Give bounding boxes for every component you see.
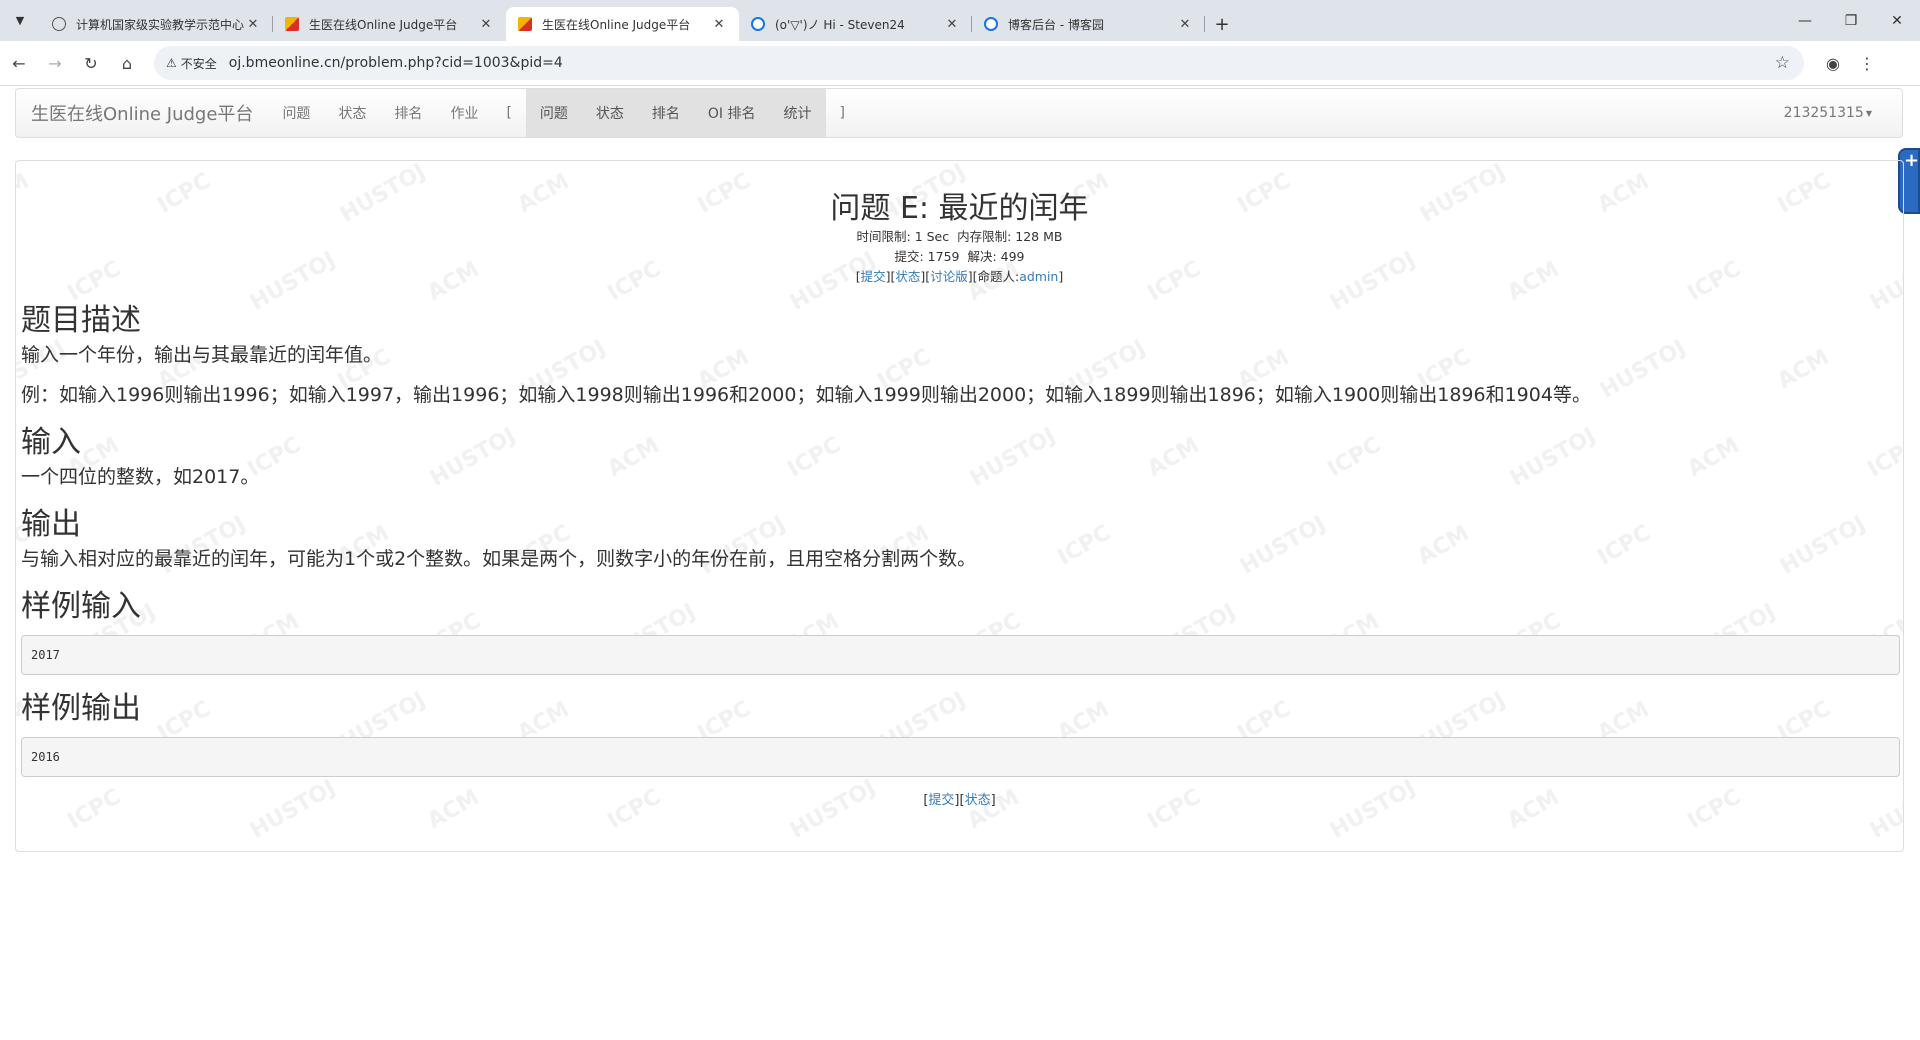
footer-status-link[interactable]: 状态 (965, 793, 991, 808)
contest-nav-problems[interactable]: 问题 (525, 89, 582, 137)
username: 213251315 (1783, 105, 1864, 121)
reload-button[interactable]: ↻ (74, 46, 108, 80)
nav-open-bracket: [ (506, 105, 512, 121)
submit-count: 提交: 1759 (894, 249, 960, 264)
omnibox[interactable]: ⚠ 不安全 oj.bmeonline.cn/problem.php?cid=10… (154, 46, 1804, 80)
close-icon[interactable]: ✕ (944, 17, 960, 32)
tab-title: 生医在线Online Judge平台 (542, 17, 691, 32)
contest-nav-statistics[interactable]: 统计 (769, 89, 826, 137)
address-toolbar: ← → ↻ ⌂ ⚠ 不安全 oj.bmeonline.cn/problem.ph… (0, 41, 1920, 86)
contest-nav-oi-ranking[interactable]: OI 排名 (693, 89, 770, 137)
tab-title: 计算机国家级实验教学示范中心 (76, 17, 245, 32)
tab-strip: ▼ 计算机国家级实验教学示范中心 ✕ 生医在线Online Judge平台 ✕ … (0, 0, 1920, 41)
problem-content: 问题 E: 最近的闰年 时间限制: 1 Sec 内存限制: 128 MB 提交:… (16, 183, 1903, 808)
solved-count: 解决: 499 (967, 249, 1025, 264)
cnblogs-icon (984, 17, 998, 31)
input-text: 一个四位的整数，如2017。 (21, 466, 260, 488)
forward-button[interactable]: → (38, 46, 72, 80)
browser-tab[interactable]: (o'▽')ノ Hi - Steven24 ✕ (739, 7, 972, 41)
tab-title: (o'▽')ノ Hi - Steven24 (775, 17, 905, 32)
close-icon[interactable]: ✕ (245, 17, 261, 32)
arrow-left-icon: ← (12, 53, 26, 73)
close-icon[interactable]: ✕ (1177, 17, 1193, 32)
browser-tab[interactable]: 生医在线Online Judge平台 ✕ (273, 7, 506, 41)
nav-homework[interactable]: 作业 (436, 89, 492, 137)
tab-separator (1204, 16, 1205, 32)
oj-favicon-icon (285, 17, 299, 31)
output-text: 与输入相对应的最靠近的闰年，可能为1个或2个整数。如果是两个，则数字小的年份在前… (21, 548, 977, 570)
profile-icon[interactable]: ◉ (1816, 46, 1850, 80)
tab-search-button[interactable]: ▼ (0, 0, 40, 41)
window-close-icon[interactable]: ✕ (1874, 0, 1920, 41)
sample-input-block[interactable]: 2017 (21, 635, 1900, 675)
oj-favicon-icon (518, 17, 532, 31)
site-brand[interactable]: 生医在线Online Judge平台 (16, 100, 268, 126)
footer-links: [提交][状态] (923, 793, 996, 808)
contest-nav-ranking[interactable]: 排名 (637, 89, 694, 137)
security-indicator[interactable]: ⚠ 不安全 (166, 55, 229, 72)
time-limit: 时间限制: 1 Sec (856, 229, 950, 244)
author-label: 命题人: (977, 269, 1020, 284)
nav-status[interactable]: 状态 (324, 89, 380, 137)
footer-submit-link[interactable]: 提交 (928, 793, 954, 808)
problem-title: 问题 E: 最近的闰年 (830, 191, 1089, 226)
nav-problems[interactable]: 问题 (268, 89, 324, 137)
tab-title: 博客后台 - 博客园 (1008, 17, 1104, 32)
submit-link[interactable]: 提交 (861, 269, 886, 284)
description-text: 输入一个年份，输出与其最靠近的闰年值。 (21, 344, 383, 366)
problem-links: [提交][状态][讨论版][命题人:admin] (855, 269, 1064, 284)
globe-icon (52, 17, 66, 31)
page-viewport: 生医在线Online Judge平台 问题 状态 排名 作业 [ 问题 状态 排… (0, 86, 1920, 1040)
caret-down-icon: ▼ (1865, 108, 1872, 118)
plus-icon: + (1214, 13, 1230, 35)
status-link[interactable]: 状态 (895, 269, 920, 284)
author-link[interactable]: admin (1019, 269, 1058, 284)
home-icon: ⌂ (121, 53, 133, 73)
url-text[interactable]: oj.bmeonline.cn/problem.php?cid=1003&pid… (229, 55, 563, 71)
problem-stats: 提交: 1759 解决: 499 (21, 247, 1898, 267)
browser-tab[interactable]: 博客后台 - 博客园 ✕ (972, 7, 1205, 41)
plus-icon: + (1904, 150, 1920, 171)
discuss-link[interactable]: 讨论版 (930, 269, 968, 284)
user-dropdown[interactable]: 213251315 ▼ (1784, 105, 1872, 121)
menu-kebab-icon[interactable]: ⋮ (1850, 46, 1884, 80)
memory-limit: 内存限制: 128 MB (957, 229, 1063, 244)
output-heading: 输出 (21, 507, 81, 542)
description-heading: 题目描述 (21, 303, 141, 338)
nav-ranking[interactable]: 排名 (380, 89, 436, 137)
back-button[interactable]: ← (2, 46, 36, 80)
blog-icon (751, 17, 765, 31)
problem-limits: 时间限制: 1 Sec 内存限制: 128 MB (21, 227, 1898, 247)
window-controls: — ❐ ✕ (1782, 0, 1920, 41)
minimize-icon[interactable]: — (1782, 0, 1828, 41)
input-heading: 输入 (21, 425, 81, 460)
contest-nav-status[interactable]: 状态 (581, 89, 638, 137)
bookmark-star-icon[interactable]: ☆ (1775, 53, 1790, 73)
reload-icon: ↻ (84, 53, 98, 73)
chevron-down-icon: ▼ (15, 14, 25, 27)
home-button[interactable]: ⌂ (110, 46, 144, 80)
sample-input-heading: 样例输入 (21, 589, 141, 624)
security-label: 不安全 (180, 56, 217, 71)
new-tab-button[interactable]: + (1205, 7, 1239, 41)
tab-title: 生医在线Online Judge平台 (309, 17, 458, 32)
nav-close-bracket: ] (839, 105, 845, 121)
arrow-right-icon: → (48, 53, 62, 73)
browser-tab-active[interactable]: 生医在线Online Judge平台 ✕ (506, 7, 739, 41)
browser-tab[interactable]: 计算机国家级实验教学示范中心 ✕ (40, 7, 273, 41)
sample-output-heading: 样例输出 (21, 691, 141, 726)
close-icon[interactable]: ✕ (711, 17, 727, 32)
restore-icon[interactable]: ❐ (1828, 0, 1874, 41)
warning-icon: ⚠ (166, 56, 177, 70)
problem-panel: ACM ICPC HUSTOJ ACM ICPC HUSTOJ ACM ICPC HUSTOJ A… (15, 160, 1904, 852)
description-example: 例：如输入1996则输出1996；如输入1997，输出1996；如输入1998则… (21, 384, 1591, 406)
site-navbar: 生医在线Online Judge平台 问题 状态 排名 作业 [ 问题 状态 排… (15, 88, 1903, 138)
sample-output-block[interactable]: 2016 (21, 737, 1900, 777)
close-icon[interactable]: ✕ (478, 17, 494, 32)
